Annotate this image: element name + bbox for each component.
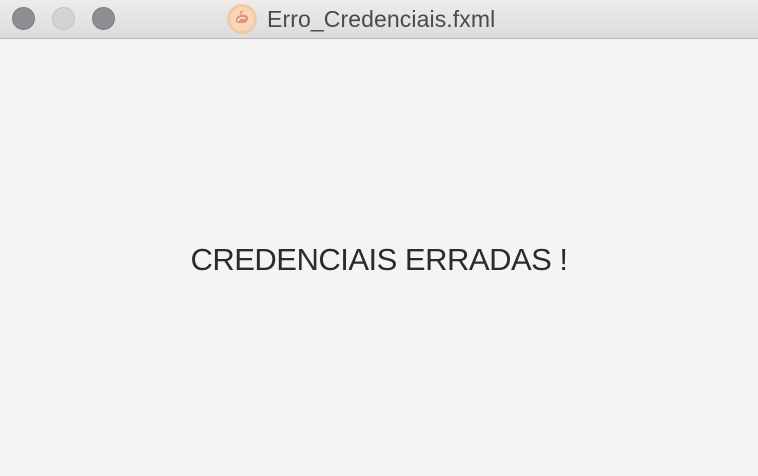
window-title: Erro_Credenciais.fxml <box>267 5 496 32</box>
title-bar[interactable]: Erro_Credenciais.fxml <box>0 0 758 39</box>
content-area: CREDENCIAIS ERRADAS ! <box>0 39 758 476</box>
window-title-group: Erro_Credenciais.fxml <box>226 3 495 35</box>
close-button[interactable] <box>12 7 35 30</box>
zoom-button[interactable] <box>92 7 115 30</box>
app-window: Erro_Credenciais.fxml CREDENCIAIS ERRADA… <box>0 0 758 476</box>
error-message: CREDENCIAIS ERRADAS ! <box>190 242 568 277</box>
minimize-button[interactable] <box>52 7 75 30</box>
java-app-icon <box>227 4 257 34</box>
